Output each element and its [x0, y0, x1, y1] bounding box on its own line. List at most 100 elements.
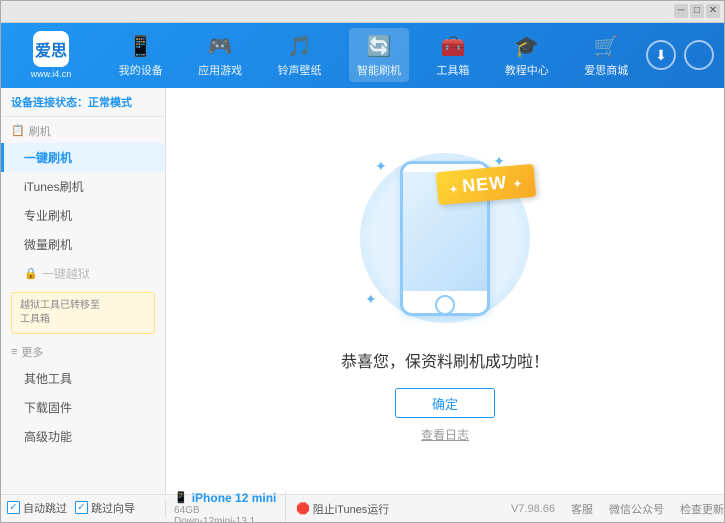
check-update-link[interactable]: 检查更新	[680, 501, 724, 517]
close-button[interactable]: ✕	[706, 4, 720, 18]
auto-dismiss-check-icon: ✓	[7, 501, 20, 514]
auto-dismiss-label: 自动跳过	[23, 500, 67, 516]
sidebar-item-one-key-flash[interactable]: 一键刷机	[1, 143, 165, 172]
device-storage-text: 64GB	[174, 505, 200, 516]
minimize-button[interactable]: ─	[674, 4, 688, 18]
nav-item-smart-flash-label: 智能刷机	[357, 62, 401, 78]
itunes-icon: 🛑	[296, 502, 310, 515]
nav-item-toolbox-label: 工具箱	[436, 62, 469, 78]
phone-home-button	[435, 295, 455, 315]
main-area: 设备连接状态：正常模式 📋 刷机 一键刷机 iTunes刷机 专业刷机 微量刷机…	[1, 88, 724, 494]
download-button[interactable]: ⬇	[646, 40, 676, 70]
apps-games-icon: 🎮	[206, 32, 234, 60]
skip-guide-check-icon: ✓	[75, 501, 88, 514]
star-decoration-1: ✦	[375, 158, 387, 175]
nav-item-tutorial[interactable]: 🎓 教程中心	[497, 28, 557, 82]
nav-item-shop-label: 爱思商城	[584, 62, 628, 78]
success-message: 恭喜您，保资料刷机成功啦！	[341, 348, 549, 372]
checkbox-group: ✓ 自动跳过 ✓ 跳过向导	[7, 500, 159, 516]
logo-url: www.i4.cn	[31, 69, 72, 79]
smart-flash-icon: 🔄	[365, 32, 393, 60]
maximize-button[interactable]: □	[690, 4, 704, 18]
note-text: 越狱工具已转移至工具箱	[20, 300, 100, 325]
sidebar-item-itunes-flash[interactable]: iTunes刷机	[1, 172, 165, 201]
advanced-label: 高级功能	[24, 430, 72, 444]
star-decoration-3: ✦	[365, 291, 377, 308]
daily-link-text: 查看日志	[421, 428, 469, 442]
itunes-stop-button[interactable]: 🛑 阻止iTunes运行	[286, 501, 389, 517]
jailbreak-label: 一键越狱	[42, 265, 90, 282]
bottom-left-section: ✓ 自动跳过 ✓ 跳过向导	[1, 500, 166, 518]
sidebar-item-other-tools[interactable]: 其他工具	[1, 364, 165, 393]
nav-item-shop[interactable]: 🛒 爱思商城	[576, 28, 636, 82]
shop-icon: 🛒	[592, 32, 620, 60]
ringtone-icon: 🎵	[286, 32, 314, 60]
device-model: Down-12mini-13.1	[174, 516, 277, 523]
sidebar-item-jailbreak: 🔒 一键越狱	[1, 259, 165, 288]
nav-item-my-device-label: 我的设备	[119, 62, 163, 78]
lock-icon: 🔒	[24, 267, 38, 280]
wechat-public-link[interactable]: 微信公众号	[609, 501, 664, 517]
more-section-label: 更多	[21, 344, 43, 360]
sidebar-item-advanced[interactable]: 高级功能	[1, 422, 165, 451]
daily-link[interactable]: 查看日志	[421, 426, 469, 443]
customer-service-link[interactable]: 客服	[571, 501, 593, 517]
itunes-flash-label: iTunes刷机	[24, 180, 84, 194]
nav-items-container: 📱 我的设备 🎮 应用游戏 🎵 铃声壁纸 🔄 智能刷机 🧰 工具箱 🎓	[101, 28, 646, 82]
app-logo: 爱思 www.i4.cn	[11, 31, 91, 79]
top-navigation: 爱思 www.i4.cn 📱 我的设备 🎮 应用游戏 🎵 铃声壁纸 🔄 智能刷机…	[1, 23, 724, 88]
my-device-icon: 📱	[127, 32, 155, 60]
status-label: 设备连接状态：	[11, 97, 88, 109]
nav-item-ringtone[interactable]: 🎵 铃声壁纸	[270, 28, 330, 82]
more-section-icon: ≡	[11, 346, 17, 358]
nav-item-toolbox[interactable]: 🧰 工具箱	[428, 28, 477, 82]
confirm-button-label: 确定	[432, 397, 458, 412]
sidebar-section-flash: 📋 刷机	[1, 117, 165, 143]
account-button[interactable]: 👤	[684, 40, 714, 70]
nav-item-apps-games-label: 应用游戏	[198, 62, 242, 78]
new-badge: NEW	[436, 164, 536, 205]
success-illustration: ✦ ✦ ✦ NEW	[345, 138, 545, 338]
toolbox-icon: 🧰	[439, 32, 467, 60]
nav-item-my-device[interactable]: 📱 我的设备	[111, 28, 171, 82]
bottom-bar: ✓ 自动跳过 ✓ 跳过向导 📱 iPhone 12 mini 64GB Down…	[1, 494, 724, 522]
flash-section-icon: 📋	[11, 124, 25, 137]
content-area: ✦ ✦ ✦ NEW 恭喜您，保资料刷机成功啦！ 确定 查看日志	[166, 88, 724, 494]
bottom-right-section: V7.98.66 客服 微信公众号 检查更新	[389, 501, 724, 517]
tutorial-icon: 🎓	[513, 32, 541, 60]
nav-item-smart-flash[interactable]: 🔄 智能刷机	[349, 28, 409, 82]
tiny-flash-label: 微量刷机	[24, 238, 72, 252]
sidebar-item-tiny-flash[interactable]: 微量刷机	[1, 230, 165, 259]
skip-guide-label: 跳过向导	[91, 500, 135, 516]
device-model-text: Down-12mini-13.1	[174, 516, 255, 523]
sidebar-item-download-firmware[interactable]: 下载固件	[1, 393, 165, 422]
nav-item-apps-games[interactable]: 🎮 应用游戏	[190, 28, 250, 82]
connection-status: 设备连接状态：正常模式	[1, 88, 165, 117]
version-text: V7.98.66	[511, 503, 555, 515]
title-bar: ─ □ ✕	[1, 1, 724, 23]
sidebar-jailbreak-note: 越狱工具已转移至工具箱	[11, 292, 155, 334]
device-storage: 64GB	[174, 505, 277, 516]
sidebar: 设备连接状态：正常模式 📋 刷机 一键刷机 iTunes刷机 专业刷机 微量刷机…	[1, 88, 166, 494]
nav-item-ringtone-label: 铃声壁纸	[278, 62, 322, 78]
confirm-button[interactable]: 确定	[395, 388, 495, 418]
one-key-flash-label: 一键刷机	[24, 151, 72, 165]
device-name: 📱 iPhone 12 mini	[174, 491, 277, 505]
nav-item-tutorial-label: 教程中心	[505, 62, 549, 78]
flash-section-label: 刷机	[29, 123, 51, 139]
app-window: ─ □ ✕ 爱思 www.i4.cn 📱 我的设备 🎮 应用游戏 🎵 铃声壁纸 …	[0, 0, 725, 523]
device-icon: 📱	[174, 491, 188, 504]
auto-dismiss-checkbox[interactable]: ✓ 自动跳过	[7, 500, 67, 516]
logo-icon: 爱思	[33, 31, 69, 67]
status-value: 正常模式	[88, 97, 132, 109]
itunes-stop-label: 阻止iTunes运行	[313, 501, 390, 517]
device-info-section: 📱 iPhone 12 mini 64GB Down-12mini-13.1	[166, 491, 286, 523]
pro-flash-label: 专业刷机	[24, 209, 72, 223]
other-tools-label: 其他工具	[24, 372, 72, 386]
nav-right-buttons: ⬇ 👤	[646, 40, 714, 70]
download-firmware-label: 下载固件	[24, 401, 72, 415]
new-badge-text: NEW	[462, 173, 509, 197]
sidebar-item-pro-flash[interactable]: 专业刷机	[1, 201, 165, 230]
sidebar-section-more: ≡ 更多	[1, 338, 165, 364]
skip-guide-checkbox[interactable]: ✓ 跳过向导	[75, 500, 135, 516]
